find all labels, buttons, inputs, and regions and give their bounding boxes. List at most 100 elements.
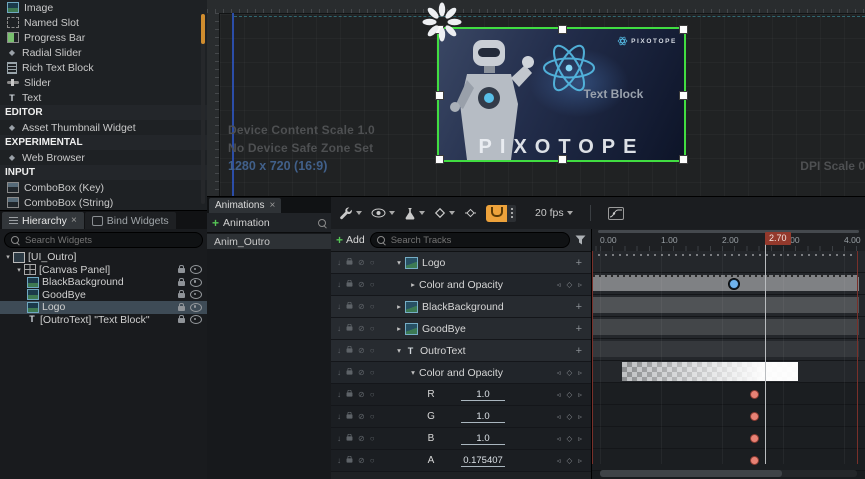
solo-icon[interactable]: ○ bbox=[370, 391, 375, 399]
track-label[interactable]: OutroText bbox=[420, 345, 466, 357]
pin-icon[interactable]: ↓ bbox=[337, 281, 341, 289]
tab-hierarchy[interactable]: Hierarchy × bbox=[2, 212, 84, 229]
palette-scrollbar[interactable] bbox=[201, 14, 205, 204]
channel-value[interactable]: 1.0 bbox=[461, 389, 505, 401]
channel-row-g[interactable]: ↓⊘○ G 1.0 ◃◇▹ bbox=[331, 406, 591, 428]
add-key-icon[interactable]: ◇ bbox=[566, 434, 572, 443]
mute-icon[interactable]: ⊘ bbox=[358, 369, 365, 377]
palette-section-experimental[interactable]: EXPERIMENTAL bbox=[0, 135, 207, 150]
key-interpolation-button[interactable] bbox=[464, 207, 477, 219]
mute-icon[interactable]: ⊘ bbox=[358, 281, 365, 289]
palette-item-combobox-string[interactable]: ComboBox (String) bbox=[0, 195, 207, 210]
solo-icon[interactable]: ○ bbox=[370, 435, 375, 443]
lock-icon[interactable] bbox=[347, 326, 353, 330]
timeline-row-blackbackground[interactable] bbox=[592, 295, 865, 317]
mute-icon[interactable]: ⊘ bbox=[358, 391, 365, 399]
prev-key-icon[interactable]: ◃ bbox=[557, 368, 561, 377]
add-section-icon[interactable]: + bbox=[576, 257, 582, 269]
track-row-blackbackground[interactable]: ↓⊘○ ▸ BlackBackground + bbox=[331, 296, 591, 318]
timeline-scrollbar[interactable] bbox=[600, 470, 857, 477]
timeline-area[interactable]: 0.00 1.00 2.00 3.00 4.00 2.70 bbox=[592, 229, 865, 479]
add-key-icon[interactable]: ◇ bbox=[566, 456, 572, 465]
close-icon[interactable]: × bbox=[269, 200, 275, 211]
pin-icon[interactable]: ↓ bbox=[337, 391, 341, 399]
fps-dropdown[interactable]: 20 fps bbox=[535, 207, 573, 219]
timeline-row-g[interactable] bbox=[592, 405, 865, 427]
palette-item-image[interactable]: Image bbox=[0, 0, 207, 15]
palette-scrollbar-thumb[interactable] bbox=[201, 14, 205, 44]
track-label[interactable]: GoodBye bbox=[422, 323, 466, 335]
timeline-ruler[interactable]: 0.00 1.00 2.00 3.00 4.00 2.70 bbox=[592, 229, 865, 252]
selected-widget-bounds[interactable]: PIXOTOPE Text Block PIXOTOPE bbox=[437, 27, 686, 162]
keyframe-red[interactable] bbox=[750, 412, 759, 421]
pin-icon[interactable]: ↓ bbox=[337, 413, 341, 421]
mute-icon[interactable]: ⊘ bbox=[358, 413, 365, 421]
playhead-line[interactable] bbox=[765, 244, 766, 464]
lock-icon[interactable] bbox=[347, 348, 353, 352]
solo-icon[interactable]: ○ bbox=[370, 325, 375, 333]
timeline-row-r[interactable] bbox=[592, 383, 865, 405]
tree-row-blackbackground[interactable]: BlackBackground bbox=[0, 276, 207, 289]
expander-icon[interactable]: ▸ bbox=[407, 280, 419, 289]
palette-item-named-slot[interactable]: Named Slot bbox=[0, 15, 207, 30]
search-widgets-input[interactable] bbox=[23, 234, 196, 247]
prev-key-icon[interactable]: ◃ bbox=[557, 434, 561, 443]
expander-icon[interactable]: ▾ bbox=[407, 368, 419, 377]
track-row-color-opacity[interactable]: ↓⊘○ ▸ Color and Opacity ◃◇▹ bbox=[331, 274, 591, 296]
add-section-icon[interactable]: + bbox=[576, 301, 582, 313]
track-label[interactable]: Color and Opacity bbox=[419, 279, 503, 291]
timeline-row-logo[interactable] bbox=[592, 251, 865, 273]
pin-icon[interactable]: ↓ bbox=[337, 435, 341, 443]
pin-icon[interactable]: ↓ bbox=[337, 369, 341, 377]
prev-key-icon[interactable]: ◃ bbox=[557, 390, 561, 399]
playhead-marker[interactable]: 2.70 bbox=[765, 232, 791, 245]
solo-icon[interactable]: ○ bbox=[370, 259, 375, 267]
channel-row-b[interactable]: ↓⊘○ B 1.0 ◃◇▹ bbox=[331, 428, 591, 450]
track-label[interactable]: Color and Opacity bbox=[419, 367, 503, 379]
solo-icon[interactable]: ○ bbox=[370, 347, 375, 355]
palette-section-input[interactable]: INPUT bbox=[0, 165, 207, 180]
lock-icon[interactable] bbox=[178, 306, 185, 311]
track-row-outrotext[interactable]: ↓⊘○ ▾ T OutroText + bbox=[331, 340, 591, 362]
track-label[interactable]: Logo bbox=[422, 257, 445, 269]
eye-icon[interactable] bbox=[190, 303, 202, 312]
expander-icon[interactable]: ▾ bbox=[3, 253, 13, 261]
tab-animations[interactable]: Animations × bbox=[209, 198, 281, 213]
palette-item-text[interactable]: TText bbox=[0, 90, 207, 105]
lock-icon[interactable] bbox=[347, 392, 353, 396]
resize-handle[interactable] bbox=[679, 91, 688, 100]
track-row-color-opacity-expanded[interactable]: ↓⊘○ ▾ Color and Opacity ◃◇▹ bbox=[331, 362, 591, 384]
timeline-row-outrotext[interactable] bbox=[592, 339, 865, 361]
palette-item-progress-bar[interactable]: Progress Bar bbox=[0, 30, 207, 45]
solo-icon[interactable]: ○ bbox=[370, 303, 375, 311]
search-box[interactable] bbox=[370, 232, 570, 248]
eye-icon[interactable] bbox=[190, 278, 202, 287]
sequence-start-marker[interactable] bbox=[592, 251, 593, 464]
track-label[interactable]: BlackBackground bbox=[422, 301, 504, 313]
keyframe-red[interactable] bbox=[750, 390, 759, 399]
tab-bind-widgets[interactable]: Bind Widgets bbox=[85, 212, 176, 229]
sequence-end-marker[interactable] bbox=[857, 251, 858, 464]
playback-options-button[interactable] bbox=[404, 207, 425, 220]
search-tracks-input[interactable] bbox=[389, 234, 563, 247]
pin-icon[interactable]: ↓ bbox=[337, 325, 341, 333]
lock-icon[interactable] bbox=[347, 414, 353, 418]
lock-icon[interactable] bbox=[178, 281, 185, 286]
keyframe-options-button[interactable] bbox=[434, 207, 455, 219]
palette-section-editor[interactable]: EDITOR bbox=[0, 105, 207, 120]
auto-key-button[interactable] bbox=[486, 205, 507, 222]
channel-value[interactable]: 1.0 bbox=[461, 411, 505, 423]
lock-icon[interactable] bbox=[347, 436, 353, 440]
lock-icon[interactable] bbox=[178, 268, 185, 273]
search-icon[interactable] bbox=[318, 219, 326, 227]
lock-icon[interactable] bbox=[178, 293, 185, 298]
view-options-button[interactable] bbox=[371, 208, 395, 218]
prev-key-icon[interactable]: ◃ bbox=[557, 280, 561, 289]
next-key-icon[interactable]: ▹ bbox=[578, 434, 582, 443]
resize-handle[interactable] bbox=[558, 155, 567, 164]
pin-icon[interactable]: ↓ bbox=[337, 347, 341, 355]
tree-row-outrotext[interactable]: T [OutroText] "Text Block" bbox=[0, 314, 207, 327]
timeline-row-goodbye[interactable] bbox=[592, 317, 865, 339]
resize-handle[interactable] bbox=[679, 155, 688, 164]
timeline-row-alpha-gradient[interactable] bbox=[592, 361, 865, 383]
